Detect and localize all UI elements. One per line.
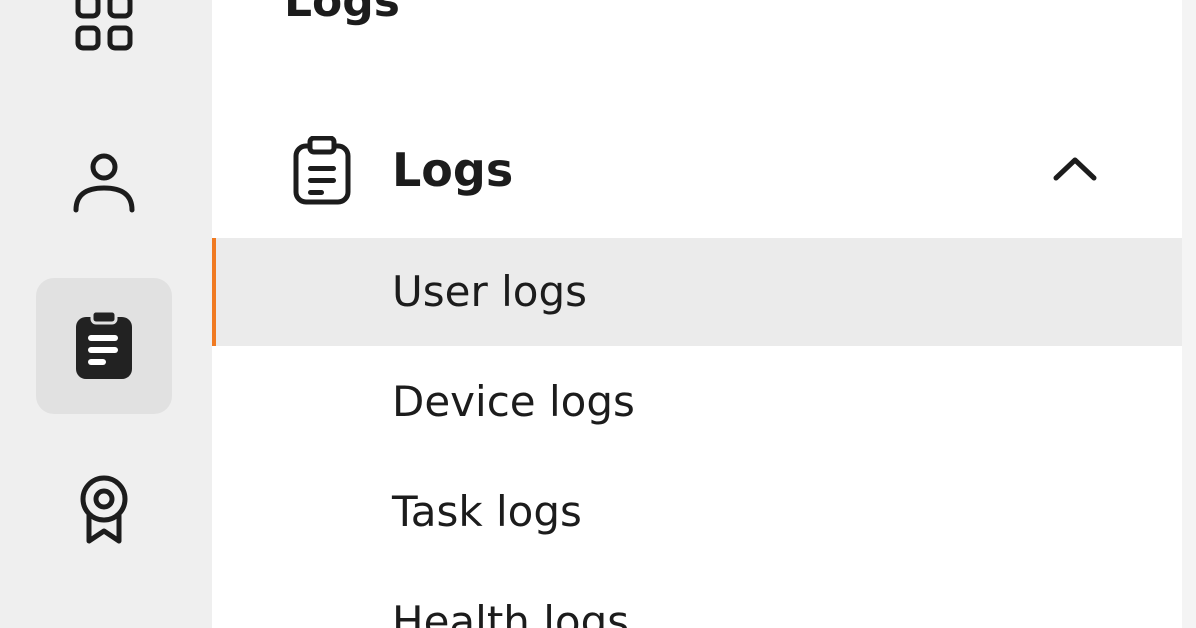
nav-group-label: Logs [392, 143, 514, 197]
chevron-up-icon[interactable] [1050, 152, 1100, 186]
nav-item-device-logs[interactable]: Device logs [212, 348, 1182, 456]
nav-item-task-logs[interactable]: Task logs [212, 458, 1182, 566]
nav-item-label: User logs [392, 267, 587, 316]
rail-button-awards[interactable] [36, 442, 172, 578]
user-icon [73, 153, 135, 213]
icon-rail [0, 0, 212, 628]
rail-button-logs[interactable] [36, 278, 172, 414]
panel-edge [1182, 0, 1196, 628]
nav-item-label: Health logs [392, 597, 630, 628]
nav-item-health-logs[interactable]: Health logs [212, 568, 1182, 628]
rail-button-users[interactable] [36, 114, 172, 250]
rail-button-apps[interactable] [36, 0, 172, 90]
page-title: Logs [284, 0, 400, 27]
nav-item-label: Task logs [392, 487, 582, 536]
clipboard-icon [76, 311, 132, 379]
award-badge-icon [80, 475, 128, 544]
logs-panel: Logs Logs User logs Device logs Task log… [212, 0, 1182, 628]
nav-group-logs[interactable]: Logs [212, 118, 1182, 226]
active-indicator [212, 238, 216, 346]
nav-item-label: Device logs [392, 377, 635, 426]
apps-grid-icon [75, 0, 133, 51]
nav-item-user-logs[interactable]: User logs [212, 238, 1182, 346]
clipboard-outline-icon [293, 136, 351, 205]
